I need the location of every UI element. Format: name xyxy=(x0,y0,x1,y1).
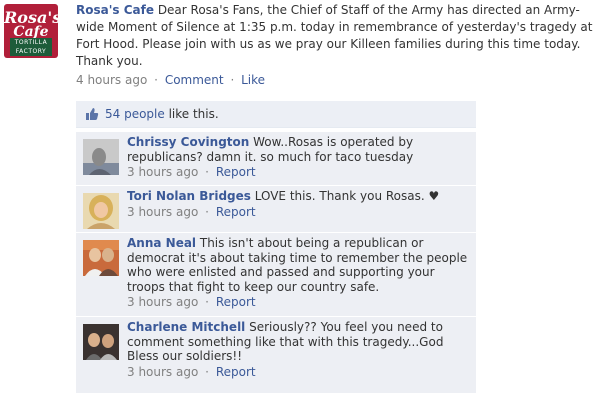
likes-summary: 54 people like this. xyxy=(76,101,476,128)
post-author-link[interactable]: Rosa's Cafe xyxy=(76,3,154,17)
post-meta: 4 hours ago · Comment · Like xyxy=(76,72,606,89)
comment-meta: 3 hours ago · Report xyxy=(127,165,468,180)
comment-body: Anna Neal This isn't about being a repub… xyxy=(127,236,468,310)
avatar[interactable] xyxy=(83,193,119,229)
commenter-name-link[interactable]: Chrissy Covington xyxy=(127,135,249,149)
comment-item: Chrissy Covington Wow..Rosas is operated… xyxy=(76,132,476,186)
comment-item: Anna Neal This isn't about being a repub… xyxy=(76,233,476,317)
comment-meta-separator: · xyxy=(205,204,209,219)
commenter-name-link[interactable]: Charlene Mitchell xyxy=(127,320,245,334)
post-body: Rosa's Cafe Dear Rosa's Fans, the Chief … xyxy=(76,2,606,70)
report-link[interactable]: Report xyxy=(216,205,256,219)
comment-text: LOVE this. Thank you Rosas. ♥ xyxy=(254,189,440,203)
comment-body: Chrissy Covington Wow..Rosas is operated… xyxy=(127,135,468,180)
post-meta-separator: · xyxy=(230,73,235,87)
commenter-name-link[interactable]: Tori Nolan Bridges xyxy=(127,189,251,203)
comment-item: Charlene Mitchell Seriously?? You feel y… xyxy=(76,317,476,394)
avatar[interactable] xyxy=(83,324,119,360)
post-meta-separator: · xyxy=(154,73,158,87)
comment-body: Tori Nolan Bridges LOVE this. Thank you … xyxy=(127,189,468,219)
report-link[interactable]: Report xyxy=(216,365,256,379)
comment-timestamp: 3 hours ago xyxy=(127,364,199,379)
logo-line-3: TORTILLA FACTORY xyxy=(10,38,52,56)
comment-timestamp: 3 hours ago xyxy=(127,295,199,309)
avatar[interactable] xyxy=(83,139,119,175)
rosas-cafe-logo[interactable]: Rosa's Cafe TORTILLA FACTORY xyxy=(4,4,58,58)
comment-timestamp: 3 hours ago xyxy=(127,165,199,179)
comment-meta-separator: · xyxy=(205,364,209,379)
comment-meta: 3 hours ago · Report xyxy=(127,205,468,220)
like-link[interactable]: Like xyxy=(241,73,265,87)
comment-meta-separator: · xyxy=(205,165,209,179)
likes-text: 54 people like this. xyxy=(105,101,219,127)
report-link[interactable]: Report xyxy=(216,165,256,179)
comment-meta-separator: · xyxy=(205,295,209,309)
comment-meta: 3 hours ago · Report xyxy=(127,295,468,310)
post-text: Dear Rosa's Fans, the Chief of Staff of … xyxy=(76,3,593,68)
comment-timestamp: 3 hours ago xyxy=(127,204,199,219)
avatar[interactable] xyxy=(83,240,119,276)
commenter-name-link[interactable]: Anna Neal xyxy=(127,236,196,250)
likes-suffix: like this. xyxy=(168,107,219,121)
comment-body: Charlene Mitchell Seriously?? You feel y… xyxy=(127,320,468,379)
thumbs-up-icon xyxy=(86,108,99,120)
likes-count-link[interactable]: 54 people xyxy=(105,107,165,121)
comment-link[interactable]: Comment xyxy=(165,73,224,87)
report-link[interactable]: Report xyxy=(216,295,256,309)
comment-meta: 3 hours ago · Report xyxy=(127,365,468,380)
post-timestamp: 4 hours ago xyxy=(76,73,148,87)
post: Rosa's Cafe Dear Rosa's Fans, the Chief … xyxy=(76,2,606,89)
comment-item: Tori Nolan Bridges LOVE this. Thank you … xyxy=(76,186,476,233)
